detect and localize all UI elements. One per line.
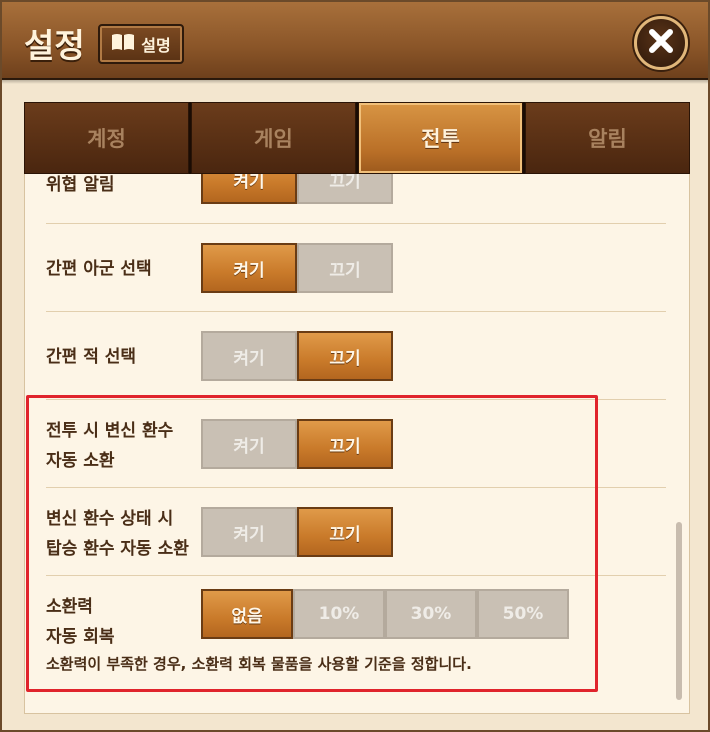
row-label-line1: 소환력 bbox=[46, 597, 93, 617]
option-on[interactable]: 켜기 bbox=[201, 507, 297, 557]
close-icon bbox=[646, 26, 676, 60]
hint-text: 소환력이 부족한 경우, 소환력 회복 물품을 사용할 기준을 정합니다. bbox=[46, 655, 472, 673]
option-off[interactable]: 끄기 bbox=[297, 243, 393, 293]
option-off[interactable]: 끄기 bbox=[297, 419, 393, 469]
toggle-quick-enemy-select: 켜기 끄기 bbox=[201, 331, 393, 381]
option-on[interactable]: 켜기 bbox=[201, 419, 297, 469]
row-label-line2: 자동 소환 bbox=[46, 451, 115, 471]
option-30-percent[interactable]: 30% bbox=[385, 589, 477, 639]
settings-row-summon-power-recovery: 소환력 자동 회복 없음 10% 30% 50% bbox=[46, 576, 666, 652]
settings-row-auto-summon-mount: 변신 환수 상태 시 탑승 환수 자동 소환 켜기 끄기 bbox=[46, 488, 666, 576]
option-none[interactable]: 없음 bbox=[201, 589, 293, 639]
close-button[interactable] bbox=[634, 16, 688, 70]
tab-account[interactable]: 계정 bbox=[24, 102, 189, 174]
option-off[interactable]: 끄기 bbox=[297, 331, 393, 381]
settings-row-quick-enemy-select: 간편 적 선택 켜기 끄기 bbox=[46, 312, 666, 400]
row-label: 간편 아군 선택 bbox=[46, 259, 152, 279]
tab-notifications[interactable]: 알림 bbox=[525, 102, 690, 174]
page-title: 설정 bbox=[24, 26, 85, 65]
option-50-percent[interactable]: 50% bbox=[477, 589, 569, 639]
settings-row-quick-ally-select: 간편 아군 선택 켜기 끄기 bbox=[46, 224, 666, 312]
option-on[interactable]: 켜기 bbox=[201, 243, 297, 293]
row-label: 전투 시 변신 환수 자동 소환 bbox=[46, 416, 173, 476]
row-label: 간편 적 선택 bbox=[46, 347, 137, 367]
option-off[interactable]: 끄기 bbox=[297, 507, 393, 557]
row-label: 위협 알림 bbox=[46, 175, 115, 195]
selector-summon-power-recovery: 없음 10% 30% 50% bbox=[201, 589, 569, 639]
scrollbar[interactable] bbox=[674, 174, 684, 704]
row-label: 소환력 자동 회복 bbox=[46, 592, 114, 652]
toggle-auto-summon-transform: 켜기 끄기 bbox=[201, 419, 393, 469]
book-icon bbox=[111, 32, 135, 56]
tab-bar: 계정 게임 전투 알림 bbox=[24, 102, 690, 174]
row-label: 변신 환수 상태 시 탑승 환수 자동 소환 bbox=[46, 504, 189, 564]
option-10-percent[interactable]: 10% bbox=[293, 589, 385, 639]
help-button-label: 설명 bbox=[141, 36, 171, 55]
help-button[interactable]: 설명 bbox=[98, 24, 184, 64]
tab-combat[interactable]: 전투 bbox=[358, 102, 523, 174]
row-label-line1: 변신 환수 상태 시 bbox=[46, 509, 174, 529]
option-on[interactable]: 켜기 bbox=[201, 331, 297, 381]
toggle-auto-summon-mount: 켜기 끄기 bbox=[201, 507, 393, 557]
settings-window: 설정 설명 위협 알림 켜기 끄기 간편 아군 선택 켜기 끄기 간편 적 선택… bbox=[0, 0, 710, 732]
toggle-quick-ally-select: 켜기 끄기 bbox=[201, 243, 393, 293]
row-label-line2: 자동 회복 bbox=[46, 627, 115, 647]
tab-game[interactable]: 게임 bbox=[191, 102, 356, 174]
scrollbar-thumb[interactable] bbox=[676, 522, 682, 700]
row-label-line2: 탑승 환수 자동 소환 bbox=[46, 539, 189, 559]
header-bar: 설정 설명 bbox=[2, 2, 708, 84]
settings-row-auto-summon-transform: 전투 시 변신 환수 자동 소환 켜기 끄기 bbox=[46, 400, 666, 488]
row-label-line1: 전투 시 변신 환수 bbox=[46, 421, 174, 441]
